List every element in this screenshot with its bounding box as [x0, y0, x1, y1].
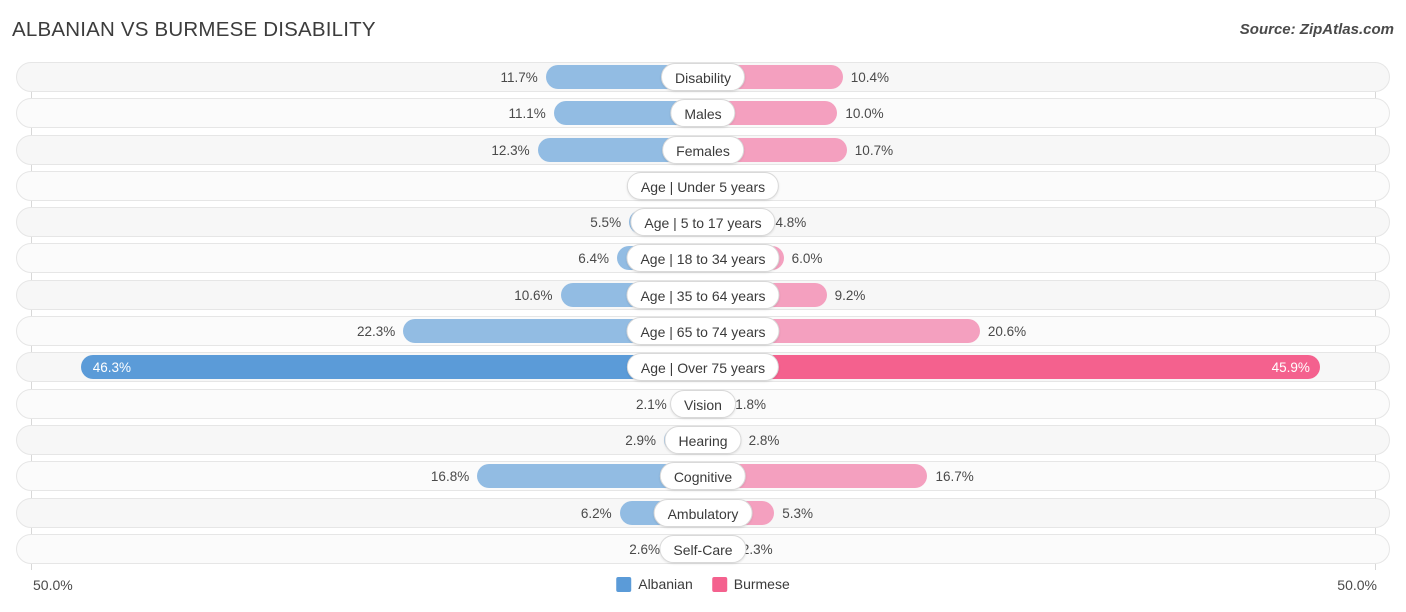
category-label: Ambulatory: [653, 498, 753, 527]
chart-row: 6.4% 6.0% Age | 18 to 34 years: [0, 243, 1406, 274]
value-label-burmese: 10.4%: [850, 70, 890, 85]
value-label-albanian: 46.3%: [92, 360, 131, 376]
chart-row: 2.9% 2.8% Hearing: [0, 424, 1406, 455]
value-label-burmese: 5.3%: [782, 505, 813, 521]
category-label: Disability: [660, 63, 746, 91]
value-label-burmese: 2.3%: [741, 541, 773, 557]
legend-swatch-icon: [616, 576, 632, 592]
value-label-albanian: 2.1%: [635, 396, 667, 412]
value-label-albanian: 2.9%: [625, 432, 657, 448]
value-label-burmese: 9.2%: [834, 287, 866, 303]
category-label: Females: [662, 135, 744, 164]
chart-legend: Albanian Burmese: [616, 576, 790, 592]
chart-rows: 11.7% 10.4% Disability 11.1% 10.0% Males 12.3%…: [0, 62, 1406, 570]
chart-header: ALBANIAN VS BURMESE DISABILITY Source: Z…: [0, 0, 1406, 58]
legend-label: Burmese: [733, 576, 790, 592]
value-label-burmese: 10.7%: [854, 142, 894, 158]
legend-item: Albanian: [616, 576, 693, 592]
page-title: ALBANIAN VS BURMESE DISABILITY: [12, 18, 376, 41]
value-label-burmese: 6.0%: [791, 251, 823, 267]
axis-tick-left: 50.0%: [33, 577, 73, 593]
chart-row: 10.6% 9.2% Age | 35 to 64 years: [0, 279, 1406, 310]
value-label-burmese: 4.8%: [775, 215, 807, 231]
chart-footer: 50.0% 50.0% Albanian Burmese: [0, 572, 1406, 612]
chart-row: 2.1% 1.8% Vision: [0, 388, 1406, 419]
category-label: Age | Under 5 years: [626, 171, 780, 200]
category-label: Age | Over 75 years: [626, 353, 780, 382]
value-label-albanian: 16.8%: [430, 469, 470, 485]
legend-label: Albanian: [638, 576, 693, 592]
chart-row: 12.3% 10.7% Females: [0, 134, 1406, 165]
category-label: Age | 5 to 17 years: [630, 208, 776, 237]
chart-row: 11.1% 10.0% Males: [0, 98, 1406, 129]
bar-burmese: [703, 355, 1320, 380]
value-label-burmese: 1.8%: [735, 396, 766, 412]
value-label-burmese: 45.9%: [1271, 360, 1310, 376]
value-label-albanian: 6.4%: [578, 251, 609, 267]
chart-row: 46.3% 45.9% Age | Over 75 years: [0, 352, 1406, 383]
source-attribution: Source: ZipAtlas.com: [1239, 21, 1394, 38]
chart-row: 1.1%1.1%Age | Under 5 years: [0, 170, 1406, 201]
category-label: Vision: [670, 389, 736, 418]
chart-row: 11.7% 10.4% Disability: [0, 62, 1406, 92]
value-label-albanian: 5.5%: [590, 215, 622, 231]
bar-albanian: [80, 355, 703, 380]
category-label: Males: [670, 99, 736, 128]
category-label: Age | 18 to 34 years: [626, 244, 780, 273]
legend-swatch-icon: [711, 576, 727, 592]
value-label-burmese: 2.8%: [748, 432, 780, 448]
chart-row: 6.2% 5.3% Ambulatory: [0, 497, 1406, 528]
chart-plot-area: 11.7% 10.4% Disability 11.1% 10.0% Males 12.3%…: [0, 62, 1406, 570]
value-label-burmese: 16.7%: [935, 469, 974, 485]
value-label-albanian: 22.3%: [357, 324, 396, 340]
value-label-albanian: 6.2%: [580, 505, 612, 521]
chart-row: 2.6% 2.3% Self-Care: [0, 533, 1406, 564]
category-label: Age | 35 to 64 years: [626, 280, 780, 309]
value-label-albanian: 12.3%: [491, 142, 530, 158]
chart-row: 16.8% 16.7% Cognitive: [0, 461, 1406, 492]
category-label: Cognitive: [659, 462, 747, 491]
value-label-albanian: 11.1%: [508, 106, 546, 122]
value-label-burmese: 20.6%: [987, 324, 1027, 340]
value-label-albanian: 11.7%: [500, 70, 538, 85]
value-label-albanian: 10.6%: [514, 287, 553, 303]
category-label: Hearing: [664, 425, 742, 454]
chart-row: 5.5% 4.8% Age | 5 to 17 years: [0, 207, 1406, 238]
category-label: Age | 65 to 74 years: [626, 317, 780, 346]
axis-tick-right: 50.0%: [1337, 577, 1377, 593]
value-label-burmese: 10.0%: [845, 106, 884, 122]
legend-item: Burmese: [711, 576, 790, 592]
chart-row: 22.3% 20.6% Age | 65 to 74 years: [0, 316, 1406, 347]
value-label-albanian: 2.6%: [629, 541, 661, 557]
category-label: Self-Care: [659, 534, 747, 563]
